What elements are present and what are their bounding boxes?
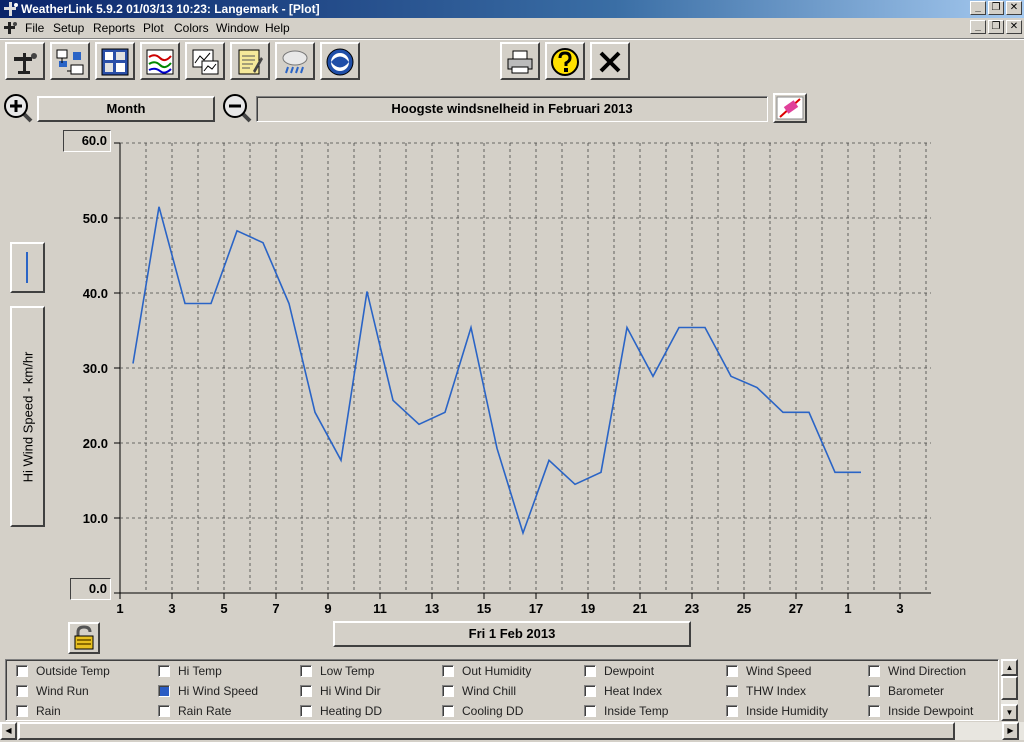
checkbox-label: Hi Wind Dir bbox=[320, 684, 381, 698]
checkbox-box[interactable] bbox=[726, 685, 738, 697]
checkbox-box[interactable] bbox=[442, 665, 454, 677]
scroll-thumb[interactable] bbox=[1001, 676, 1018, 700]
scroll-left-icon[interactable]: ◀ bbox=[0, 722, 17, 740]
x-tick-label: 19 bbox=[581, 601, 595, 616]
panel-scrollbar[interactable]: ▲ ▼ bbox=[1001, 659, 1018, 721]
y-tick-label: 30.0 bbox=[83, 361, 108, 376]
checkbox-label: Outside Temp bbox=[36, 664, 110, 678]
x-tick-label: 15 bbox=[477, 601, 491, 616]
y-tick-label: 20.0 bbox=[83, 436, 108, 451]
checkbox-label: Inside Dewpoint bbox=[888, 704, 974, 718]
x-tick-label: 3 bbox=[168, 601, 175, 616]
hi-wind-speed-series bbox=[132, 206, 861, 536]
checkbox-box[interactable] bbox=[584, 665, 596, 677]
y-tick-label: 40.0 bbox=[83, 286, 108, 301]
checkbox-box[interactable] bbox=[868, 685, 880, 697]
checkbox-box[interactable] bbox=[16, 705, 28, 717]
checkbox-label: Dewpoint bbox=[604, 664, 655, 678]
checkbox-box[interactable] bbox=[584, 685, 596, 697]
horizontal-scrollbar[interactable]: ◀ ▶ bbox=[0, 722, 1024, 740]
checkbox-label: Barometer bbox=[888, 684, 945, 698]
checkbox-box[interactable] bbox=[158, 685, 170, 697]
checkbox-box[interactable] bbox=[868, 705, 880, 717]
x-tick-label: 21 bbox=[633, 601, 647, 616]
x-tick-label: 17 bbox=[529, 601, 543, 616]
checkbox-label: Hi Wind Speed bbox=[178, 684, 259, 698]
checkbox-box[interactable] bbox=[158, 705, 170, 717]
checkbox-label: Wind Direction bbox=[888, 664, 967, 678]
checkbox-box[interactable] bbox=[16, 665, 28, 677]
scale-lock-button[interactable] bbox=[68, 622, 100, 654]
checkbox-box[interactable] bbox=[584, 705, 596, 717]
checkbox-label: Out Humidity bbox=[462, 664, 532, 678]
checkbox-box[interactable] bbox=[158, 665, 170, 677]
x-tick-label: 1 bbox=[116, 601, 123, 616]
checkbox-label: THW Index bbox=[746, 684, 807, 698]
checkbox-box[interactable] bbox=[868, 665, 880, 677]
x-tick-label: 27 bbox=[789, 601, 803, 616]
checkbox-box[interactable] bbox=[300, 685, 312, 697]
data-selection-panel: Outside Temp Hi Temp Low Temp Out Humidity D… bbox=[5, 659, 999, 721]
start-date-button[interactable]: Fri 1 Feb 2013 bbox=[333, 621, 691, 647]
checkbox-label: Rain bbox=[36, 704, 61, 718]
checkbox-box[interactable] bbox=[300, 665, 312, 677]
scroll-down-icon[interactable]: ▼ bbox=[1001, 704, 1018, 721]
checkbox-label: Cooling DD bbox=[462, 704, 524, 718]
h-scroll-thumb[interactable] bbox=[18, 722, 955, 740]
x-tick-label: 13 bbox=[425, 601, 439, 616]
x-tick-label: 5 bbox=[220, 601, 227, 616]
x-tick-label: 25 bbox=[737, 601, 751, 616]
checkbox-box[interactable] bbox=[726, 665, 738, 677]
y-tick-label: 50.0 bbox=[83, 211, 108, 226]
checkbox-label: Wind Speed bbox=[746, 664, 812, 678]
checkbox-label: Heat Index bbox=[604, 684, 663, 698]
x-tick-label: 1 bbox=[844, 601, 851, 616]
x-tick-label: 11 bbox=[373, 601, 387, 616]
checkbox-box[interactable] bbox=[726, 705, 738, 717]
checkbox-box[interactable] bbox=[442, 685, 454, 697]
x-tick-label: 7 bbox=[272, 601, 279, 616]
checkbox-label: Wind Run bbox=[36, 684, 89, 698]
checkbox-label: Hi Temp bbox=[178, 664, 222, 678]
scroll-right-icon[interactable]: ▶ bbox=[1002, 722, 1019, 740]
x-tick-label: 3 bbox=[896, 601, 903, 616]
checkbox-label: Inside Temp bbox=[604, 704, 669, 718]
lock-icon bbox=[74, 625, 94, 650]
checkbox-label: Inside Humidity bbox=[746, 704, 829, 718]
scroll-up-icon[interactable]: ▲ bbox=[1001, 659, 1018, 676]
checkbox-label: Low Temp bbox=[320, 664, 375, 678]
checkbox-box[interactable] bbox=[16, 685, 28, 697]
x-tick-label: 9 bbox=[324, 601, 331, 616]
checkbox-box[interactable] bbox=[300, 705, 312, 717]
checkbox-label: Heating DD bbox=[320, 704, 383, 718]
checkbox-label: Wind Chill bbox=[462, 684, 517, 698]
x-tick-label: 23 bbox=[685, 601, 699, 616]
checkbox-box[interactable] bbox=[442, 705, 454, 717]
y-tick-label: 10.0 bbox=[83, 511, 108, 526]
checkbox-label: Rain Rate bbox=[178, 704, 232, 718]
